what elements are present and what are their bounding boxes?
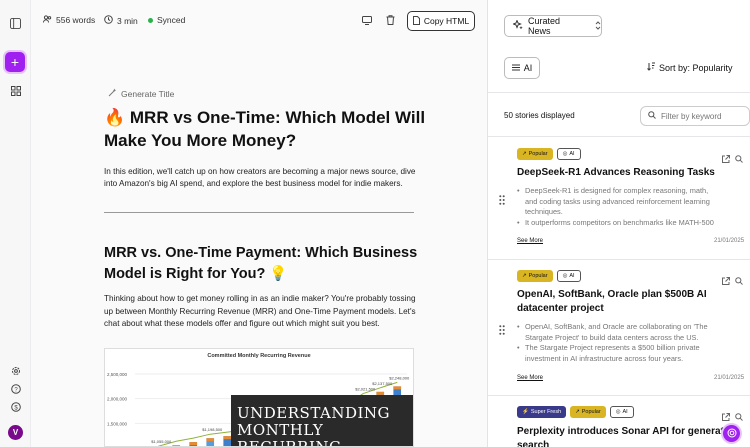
sync-status: Synced: [148, 15, 185, 25]
popular-badge: ↗ Popular: [517, 148, 553, 160]
super-fresh-badge: ⚡ Super Fresh: [517, 406, 567, 418]
section-paragraph[interactable]: Thinking about how to get money rolling …: [104, 293, 416, 331]
list-icon: [511, 63, 520, 73]
keyword-filter[interactable]: [640, 106, 750, 126]
word-count-icon: [43, 15, 52, 25]
section-heading[interactable]: MRR vs. One-Time Payment: Which Business…: [104, 243, 424, 285]
delete-trash-icon[interactable]: [384, 14, 396, 26]
editor-pane: 556 words 3 min Synced Copy HTML Generat…: [31, 0, 487, 447]
sort-popularity-button[interactable]: Sort by: Popularity: [647, 62, 733, 73]
left-rail: + ? $ V: [0, 0, 31, 447]
templates-icon[interactable]: [7, 82, 24, 99]
story-bullets: DeepSeek-R1 is designed for complex reas…: [517, 186, 717, 228]
story-badges: ⚡ Super Fresh ↗ Popular ◎ AI: [517, 406, 634, 418]
document-title[interactable]: 🔥 MRR vs One-Time: Which Model Will Make…: [104, 106, 434, 152]
billing-icon[interactable]: $: [7, 398, 24, 415]
filter-chip-ai[interactable]: AI: [504, 57, 540, 79]
embedded-chart-image[interactable]: Committed Monthly Recurring Revenue 2,50…: [104, 348, 414, 447]
help-icon[interactable]: ?: [7, 380, 24, 397]
popular-badge: ↗ Popular: [517, 270, 553, 282]
external-link-icon[interactable]: [722, 408, 730, 426]
see-more-link[interactable]: See More: [517, 238, 543, 244]
sidebar-toggle-icon[interactable]: [7, 15, 24, 32]
search-icon[interactable]: [735, 408, 743, 426]
story-title[interactable]: DeepSeek-R1 Advances Reasoning Tasks: [517, 166, 745, 180]
chart-bar-cap: [206, 438, 215, 442]
image-overlay-text: UNDERSTANDING MONTHLY RECURRING: [231, 395, 413, 446]
keyword-filter-input[interactable]: [661, 111, 741, 121]
story-card: ↗ Popular ◎ AI DeepSeek-R1 Advances Reas…: [488, 136, 750, 259]
chart-data-label: $2,248,000: [389, 375, 410, 380]
chevron-updown-icon: [595, 20, 601, 32]
chip-icon: ◎: [562, 151, 568, 157]
drag-handle-icon[interactable]: [499, 192, 505, 205]
ai-badge: ◎ AI: [609, 406, 634, 418]
chip-icon: ◎: [562, 273, 568, 279]
story-bullets: OpenAI, SoftBank, and Oracle are collabo…: [517, 322, 717, 364]
trending-icon: ↗: [522, 151, 527, 157]
read-time: 3 min: [104, 15, 138, 26]
popular-badge: ↗ Popular: [570, 406, 606, 418]
chart-y-tick: 2,000,000: [107, 397, 128, 402]
assistant-fab-button[interactable]: [723, 425, 740, 442]
clock-icon: [104, 15, 113, 26]
story-count: 50 stories displayed: [504, 111, 575, 120]
intro-paragraph[interactable]: In this edition, we'll catch up on how c…: [104, 166, 422, 190]
new-document-button[interactable]: +: [5, 52, 25, 72]
settings-icon[interactable]: [7, 362, 24, 379]
news-panel: Curated News AI Sort by: Popularity 50 s…: [487, 0, 750, 447]
story-bullet: It outperforms competitors on benchmarks…: [517, 218, 717, 229]
story-bullet: OpenAI, SoftBank, and Oracle are collabo…: [517, 322, 717, 343]
story-card: ⚡ Super Fresh ↗ Popular ◎ AI Perplexity …: [488, 395, 750, 447]
story-card: ↗ Popular ◎ AI OpenAI, SoftBank, Oracle …: [488, 259, 750, 395]
chart-bar-cap: [189, 442, 198, 446]
generate-title-button[interactable]: Generate Title: [108, 88, 174, 99]
story-date: 21/01/2025: [714, 238, 745, 244]
preview-monitor-icon[interactable]: [361, 14, 373, 26]
chart-bar-cap: [393, 386, 402, 390]
story-actions: [722, 408, 743, 426]
see-more-link[interactable]: See More: [517, 375, 543, 381]
help-lifebuoy-icon: [727, 425, 737, 443]
ai-badge: ◎ AI: [556, 148, 581, 160]
chart-data-label: $1,198,500: [202, 427, 223, 432]
chip-icon: ◎: [615, 409, 621, 415]
chart-data-label: $2,021,500: [355, 387, 376, 392]
bolt-icon: ⚡: [522, 409, 529, 415]
trending-icon: ↗: [575, 409, 580, 415]
sort-icon: [647, 62, 655, 73]
panel-divider: [488, 92, 750, 93]
story-title[interactable]: Perplexity introduces Sonar API for gene…: [517, 425, 745, 447]
chart-data-label: $1,055,000: [151, 439, 172, 444]
copy-html-button[interactable]: Copy HTML: [407, 11, 475, 31]
synced-dot-icon: [148, 17, 153, 23]
sparkle-icon: [512, 19, 523, 32]
story-bullet: The Stargate Project represents a $500 b…: [517, 343, 717, 364]
story-title[interactable]: OpenAI, SoftBank, Oracle plan $500B AI d…: [517, 288, 745, 316]
editor-toolbar: 556 words 3 min Synced Copy HTML: [31, 0, 487, 42]
news-source-select[interactable]: Curated News: [504, 15, 602, 37]
search-icon: [648, 111, 656, 121]
word-count: 556 words: [43, 15, 95, 25]
chart-y-tick: 2,500,000: [107, 372, 128, 377]
chart-data-label: $2,137,500: [372, 381, 393, 386]
drag-handle-icon[interactable]: [499, 322, 505, 335]
document-icon: [412, 15, 420, 27]
story-badges: ↗ Popular ◎ AI: [517, 148, 581, 160]
ai-badge: ◎ AI: [556, 270, 581, 282]
user-avatar[interactable]: V: [8, 425, 23, 440]
story-date: 21/01/2025: [714, 375, 745, 381]
story-bullet: DeepSeek-R1 is designed for complex reas…: [517, 186, 717, 218]
section-divider: [104, 212, 414, 213]
trending-icon: ↗: [522, 273, 527, 279]
story-badges: ↗ Popular ◎ AI: [517, 270, 581, 282]
chart-bar-cap: [223, 436, 232, 440]
magic-wand-icon: [108, 88, 117, 99]
chart-y-tick: 1,500,000: [107, 421, 128, 426]
